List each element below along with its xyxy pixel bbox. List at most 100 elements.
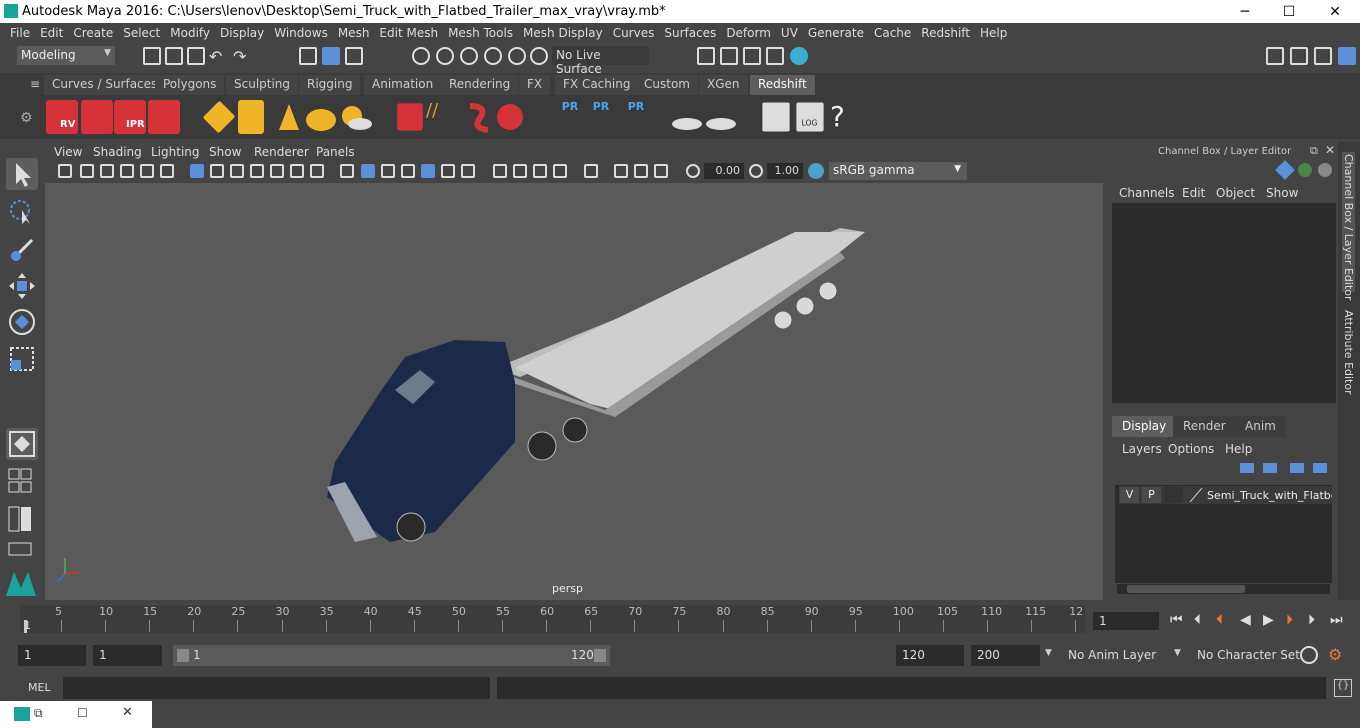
safe-title-icon[interactable]	[310, 164, 324, 178]
volume-icon[interactable]	[462, 100, 494, 134]
log-icon[interactable]: LOG	[796, 102, 824, 132]
step-forward-frame-icon[interactable]: ⏵	[1308, 612, 1315, 628]
grease-pencil-icon[interactable]	[160, 164, 174, 178]
close-button[interactable]: ✕	[1312, 0, 1358, 23]
redshift-settings-icon[interactable]	[148, 100, 180, 134]
redshift-render-sequence-icon[interactable]	[81, 100, 113, 134]
layer-color-icon[interactable]	[1188, 487, 1204, 503]
tab-curves-surfaces[interactable]: Curves / Surfaces	[44, 75, 166, 95]
rotate-tool-icon[interactable]	[6, 306, 38, 338]
snap-view-icon[interactable]	[484, 47, 502, 65]
menu-cache[interactable]: Cache	[874, 26, 911, 40]
select-tool-icon[interactable]	[6, 158, 38, 190]
layer-menu-help[interactable]: Help	[1225, 442, 1252, 456]
wireframe-icon[interactable]	[340, 164, 354, 178]
step-forward-key-icon[interactable]: ⏵	[1286, 612, 1293, 628]
animation-preferences-icon[interactable]: ⚙	[1328, 645, 1342, 664]
playback-end-field[interactable]: 120	[896, 645, 964, 666]
range-start-handle[interactable]	[177, 649, 189, 662]
layer-menu-layers[interactable]: Layers	[1122, 442, 1162, 456]
new-scene-icon[interactable]	[143, 47, 161, 65]
select-object-icon[interactable]	[322, 47, 340, 65]
tab-redshift[interactable]: Redshift	[750, 75, 815, 95]
render-frame-icon[interactable]	[720, 47, 738, 65]
exposure-icon[interactable]	[686, 164, 700, 178]
character-set-chevron-icon[interactable]: ▼	[1174, 648, 1181, 658]
command-language-label[interactable]: MEL	[28, 681, 51, 694]
xray-joints-icon[interactable]	[614, 164, 628, 178]
range-end-handle[interactable]	[594, 649, 606, 662]
anim-layer-dropdown[interactable]: No Anim Layer	[1062, 645, 1162, 666]
shelf-settings-icon[interactable]: ⚙	[20, 110, 33, 126]
menu-mesh-tools[interactable]: Mesh Tools	[448, 26, 513, 40]
menu-windows[interactable]: Windows	[274, 26, 328, 40]
menu-display[interactable]: Display	[220, 26, 264, 40]
safe-action-icon[interactable]	[290, 164, 304, 178]
layer-name[interactable]: Semi_Truck_with_Flatbed_Trailer	[1207, 489, 1332, 502]
camera-icon[interactable]	[58, 164, 72, 178]
channel-box-area[interactable]	[1112, 203, 1336, 403]
lasso-tool-icon[interactable]	[6, 196, 38, 228]
float-panel-icon[interactable]: ⧉	[1310, 144, 1318, 158]
2d-pan-icon[interactable]	[140, 164, 154, 178]
render-settings-icon[interactable]	[766, 47, 784, 65]
maya-bifrost-icon[interactable]	[4, 566, 36, 598]
cb-menu-object[interactable]: Object	[1216, 186, 1255, 200]
sphere-icon[interactable]	[494, 100, 526, 134]
menu-curves[interactable]: Curves	[613, 26, 655, 40]
current-frame-field[interactable]: 1	[1093, 612, 1159, 630]
tab-animation[interactable]: Animation	[364, 75, 442, 95]
mini-restore-icon[interactable]: ⧉	[34, 706, 43, 721]
tab-rigging[interactable]: Rigging	[299, 75, 361, 95]
four-view-layout-icon[interactable]	[6, 466, 34, 498]
hyper-icon[interactable]	[1318, 163, 1332, 177]
outliner-layout-icon[interactable]	[6, 504, 34, 536]
auto-key-icon[interactable]	[1300, 646, 1318, 664]
mini-maximize-icon[interactable]: ☐	[77, 706, 88, 720]
hypershade-icon[interactable]	[790, 47, 808, 65]
single-perspective-layout-icon[interactable]	[6, 428, 38, 460]
gamma-icon[interactable]	[749, 164, 763, 178]
tab-polygons[interactable]: Polygons	[155, 75, 225, 95]
help-icon[interactable]: ?	[830, 100, 862, 134]
layer-type-toggle[interactable]	[1164, 487, 1183, 503]
material-icon[interactable]	[670, 100, 702, 134]
character-set-dropdown[interactable]: No Character Set	[1191, 645, 1300, 666]
scene-render[interactable]	[45, 142, 1103, 600]
smooth-shade-icon[interactable]	[361, 164, 375, 178]
vp-menu-view[interactable]: View	[54, 145, 82, 159]
menu-modify[interactable]: Modify	[170, 26, 210, 40]
image-plane-icon[interactable]	[120, 164, 134, 178]
scale-tool-icon[interactable]	[6, 343, 38, 375]
proxy-icon[interactable]	[397, 103, 423, 131]
menu-deform[interactable]: Deform	[726, 26, 771, 40]
snap-live-icon[interactable]	[530, 47, 548, 65]
cb-menu-edit[interactable]: Edit	[1182, 186, 1205, 200]
bookmark-icon[interactable]	[100, 164, 114, 178]
menu-mesh[interactable]: Mesh	[338, 26, 370, 40]
snap-curve-icon[interactable]	[436, 47, 454, 65]
save-scene-icon[interactable]	[187, 47, 205, 65]
redshift-rv-icon[interactable]: RV	[46, 100, 78, 134]
depth-of-field-icon[interactable]	[553, 164, 567, 178]
tab-custom[interactable]: Custom	[636, 75, 698, 95]
xray-active-icon[interactable]	[634, 164, 648, 178]
tab-layer-render[interactable]: Render	[1173, 416, 1236, 437]
tab-attribute-editor[interactable]: Attribute Editor	[1342, 310, 1355, 395]
playback-start-field[interactable]: 1	[93, 645, 162, 666]
new-layer-selected-icon[interactable]	[1313, 463, 1327, 473]
ies-light-icon[interactable]	[273, 100, 305, 134]
tab-rendering[interactable]: Rendering	[441, 75, 519, 95]
snap-point-icon[interactable]	[460, 47, 478, 65]
animation-start-field[interactable]: 1	[18, 645, 86, 666]
go-to-end-icon[interactable]: ⏭	[1330, 612, 1343, 628]
redo-icon[interactable]: ↷	[233, 47, 251, 66]
code-icon[interactable]	[762, 102, 790, 132]
antialiasing-icon[interactable]	[533, 164, 547, 178]
minimized-window[interactable]: ⧉ ☐ ✕	[0, 701, 152, 728]
menu-generate[interactable]: Generate	[808, 26, 864, 40]
toggle-attribute-editor-icon[interactable]	[1290, 47, 1308, 65]
tab-layer-anim[interactable]: Anim	[1235, 416, 1286, 437]
mini-close-icon[interactable]: ✕	[122, 705, 133, 720]
camera-attr-icon[interactable]	[80, 164, 94, 178]
